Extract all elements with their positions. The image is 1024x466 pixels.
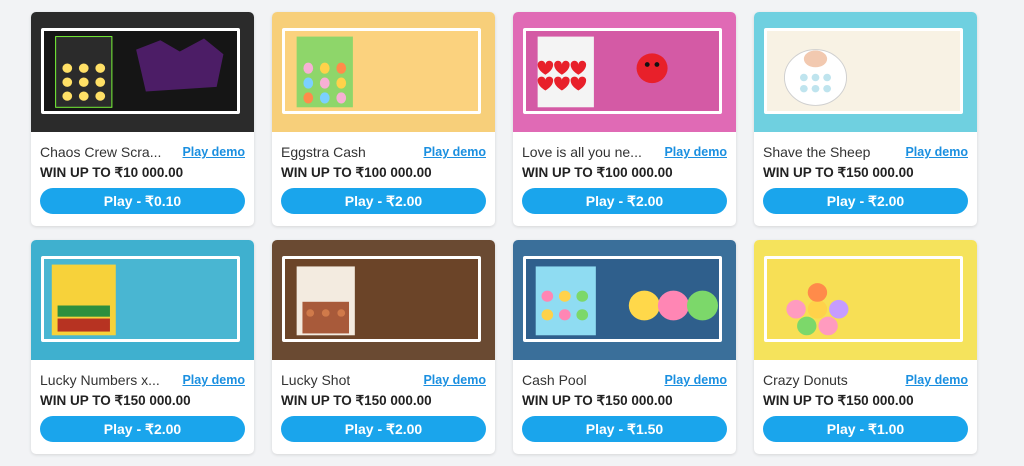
game-art xyxy=(44,259,237,339)
play-button[interactable]: Play - ₹2.00 xyxy=(281,416,486,442)
play-demo-link[interactable]: Play demo xyxy=(905,373,968,387)
game-art xyxy=(526,31,719,111)
game-thumbnail[interactable] xyxy=(31,240,254,360)
play-demo-link[interactable]: Play demo xyxy=(182,145,245,159)
max-win-text: WIN UP TO ₹150 000.00 xyxy=(763,393,914,408)
thumbnail-frame xyxy=(523,28,722,114)
game-title: Lucky Shot xyxy=(281,372,351,388)
game-art xyxy=(767,259,960,339)
thumbnail-frame xyxy=(282,256,481,342)
max-win-text: WIN UP TO ₹150 000.00 xyxy=(763,165,914,180)
game-art xyxy=(767,31,960,111)
game-title: Chaos Crew Scra... xyxy=(40,144,162,160)
thumbnail-frame xyxy=(764,256,963,342)
max-win-text: WIN UP TO ₹10 000.00 xyxy=(40,165,184,180)
game-title: Lucky Numbers x... xyxy=(40,372,160,388)
game-thumbnail[interactable] xyxy=(754,240,977,360)
game-title: Shave the Sheep xyxy=(763,144,871,160)
game-art xyxy=(44,31,237,111)
game-title: Love is all you ne... xyxy=(522,144,642,160)
thumbnail-frame xyxy=(523,256,722,342)
play-demo-link[interactable]: Play demo xyxy=(423,373,486,387)
play-button[interactable]: Play - ₹1.50 xyxy=(522,416,727,442)
games-grid: Chaos Crew Scra... Play demo WIN UP TO ₹… xyxy=(31,12,977,454)
play-button[interactable]: Play - ₹2.00 xyxy=(522,188,727,214)
thumbnail-frame xyxy=(41,256,240,342)
game-card[interactable]: Lucky Numbers x... Play demo WIN UP TO ₹… xyxy=(31,240,254,454)
game-title: Crazy Donuts xyxy=(763,372,848,388)
game-thumbnail[interactable] xyxy=(272,12,495,132)
game-card[interactable]: Crazy Donuts Play demo WIN UP TO ₹150 00… xyxy=(754,240,977,454)
thumbnail-frame xyxy=(764,28,963,114)
game-card[interactable]: Eggstra Cash Play demo WIN UP TO ₹100 00… xyxy=(272,12,495,226)
game-art xyxy=(526,259,719,339)
max-win-text: WIN UP TO ₹150 000.00 xyxy=(281,393,432,408)
play-demo-link[interactable]: Play demo xyxy=(905,145,968,159)
game-thumbnail[interactable] xyxy=(754,12,977,132)
game-title: Eggstra Cash xyxy=(281,144,366,160)
play-demo-link[interactable]: Play demo xyxy=(423,145,486,159)
game-art xyxy=(285,259,478,339)
game-thumbnail[interactable] xyxy=(513,12,736,132)
play-button[interactable]: Play - ₹0.10 xyxy=(40,188,245,214)
thumbnail-frame xyxy=(41,28,240,114)
play-demo-link[interactable]: Play demo xyxy=(664,373,727,387)
play-demo-link[interactable]: Play demo xyxy=(664,145,727,159)
max-win-text: WIN UP TO ₹100 000.00 xyxy=(281,165,432,180)
game-title: Cash Pool xyxy=(522,372,587,388)
play-button[interactable]: Play - ₹1.00 xyxy=(763,416,968,442)
game-card[interactable]: Cash Pool Play demo WIN UP TO ₹150 000.0… xyxy=(513,240,736,454)
play-button[interactable]: Play - ₹2.00 xyxy=(763,188,968,214)
game-thumbnail[interactable] xyxy=(513,240,736,360)
game-card[interactable]: Love is all you ne... Play demo WIN UP T… xyxy=(513,12,736,226)
game-card[interactable]: Shave the Sheep Play demo WIN UP TO ₹150… xyxy=(754,12,977,226)
game-thumbnail[interactable] xyxy=(31,12,254,132)
play-button[interactable]: Play - ₹2.00 xyxy=(281,188,486,214)
game-card[interactable]: Chaos Crew Scra... Play demo WIN UP TO ₹… xyxy=(31,12,254,226)
game-thumbnail[interactable] xyxy=(272,240,495,360)
max-win-text: WIN UP TO ₹100 000.00 xyxy=(522,165,673,180)
game-card[interactable]: Lucky Shot Play demo WIN UP TO ₹150 000.… xyxy=(272,240,495,454)
play-demo-link[interactable]: Play demo xyxy=(182,373,245,387)
game-art xyxy=(285,31,478,111)
thumbnail-frame xyxy=(282,28,481,114)
max-win-text: WIN UP TO ₹150 000.00 xyxy=(40,393,191,408)
max-win-text: WIN UP TO ₹150 000.00 xyxy=(522,393,673,408)
play-button[interactable]: Play - ₹2.00 xyxy=(40,416,245,442)
